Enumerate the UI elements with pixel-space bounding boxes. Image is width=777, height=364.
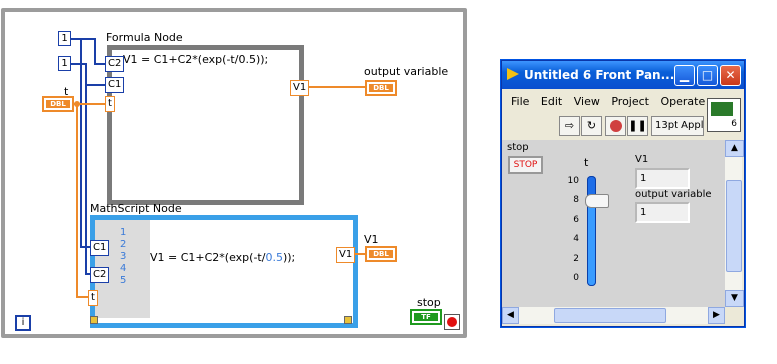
tf-tag: TF: [414, 313, 438, 321]
front-panel-area: stop STOP t 10 8 6 4 2 0 V1 1 output var…: [502, 140, 725, 307]
slider-fill: [588, 201, 595, 285]
stop-button[interactable]: STOP: [508, 156, 543, 174]
dbl-tag: DBL: [369, 250, 393, 258]
wire-to-formula-c2: [94, 38, 96, 64]
abort-icon[interactable]: [605, 116, 626, 136]
slider-tick: 2: [573, 254, 579, 264]
wire-const-a-to-c2: [80, 38, 95, 40]
menu-edit[interactable]: Edit: [541, 95, 562, 108]
slider-thumb[interactable]: [585, 194, 609, 209]
title-bar[interactable]: Untitled 6 Front Pan... ▁ □ ✕: [502, 61, 744, 89]
node-corner-marker: [90, 316, 98, 324]
output-variable-label: output variable: [364, 65, 449, 78]
mathscript-expression: V1 = C1+C2*(exp(-t/0.5));: [150, 252, 295, 263]
mathscript-input-t[interactable]: t: [88, 290, 98, 306]
scroll-down-arrow-icon[interactable]: ▼: [725, 290, 744, 307]
output-variable-terminal[interactable]: DBL: [365, 80, 397, 96]
stop-terminal[interactable]: TF: [410, 309, 442, 325]
formula-input-t[interactable]: t: [105, 96, 115, 112]
slider-track[interactable]: [587, 176, 596, 286]
slider-tick: 8: [573, 195, 579, 205]
menu-file[interactable]: File: [511, 95, 529, 108]
output-variable-label: output variable: [635, 189, 712, 200]
dbl-tag: DBL: [46, 100, 70, 108]
slider-label: t: [584, 156, 589, 169]
slider-tick: 4: [573, 234, 579, 244]
menu-operate[interactable]: Operate: [660, 95, 705, 108]
menu-project[interactable]: Project: [611, 95, 649, 108]
mathscript-input-c1[interactable]: C1: [90, 240, 110, 256]
line-number: 1: [120, 227, 127, 238]
stop-circle-icon: [447, 317, 457, 327]
horizontal-scrollbar[interactable]: ◀ ▶: [502, 307, 725, 324]
slider-tick: 6: [573, 215, 579, 225]
run-arrow-icon[interactable]: ⇨: [559, 116, 580, 136]
line-number: 2: [120, 239, 127, 250]
const-b[interactable]: 1: [58, 56, 71, 71]
v1-indicator: 1: [635, 168, 690, 189]
scroll-right-arrow-icon[interactable]: ▶: [708, 307, 725, 324]
formula-node-frame[interactable]: [107, 45, 304, 205]
expression-number: 0.5: [265, 251, 283, 264]
pause-icon[interactable]: ❚❚: [627, 116, 648, 136]
wire-formula-out: [308, 86, 365, 88]
slider-tick: 10: [567, 176, 579, 186]
wire-t-vertical: [76, 103, 78, 298]
mathscript-output-v1[interactable]: V1: [336, 247, 356, 263]
menu-bar: File Edit View Project Operate: [511, 96, 713, 107]
scroll-thumb[interactable]: [726, 180, 742, 272]
node-corner-marker: [344, 316, 352, 324]
stop-label: stop: [507, 142, 529, 153]
slider-tick: 0: [573, 273, 579, 283]
output-variable-indicator: 1: [635, 202, 690, 223]
window-title: Untitled 6 Front Pan...: [524, 68, 675, 82]
hscroll-thumb[interactable]: [554, 308, 666, 323]
scroll-up-arrow-icon[interactable]: ▲: [725, 140, 744, 157]
mathscript-node-title: MathScript Node: [90, 202, 182, 215]
v1-label: V1: [635, 154, 649, 165]
vertical-scrollbar[interactable]: ▲ ▼: [725, 140, 744, 307]
labview-icon: [507, 68, 519, 80]
const-a[interactable]: 1: [58, 31, 71, 46]
scroll-left-arrow-icon[interactable]: ◀: [502, 307, 519, 324]
formula-node-title: Formula Node: [106, 31, 183, 44]
vi-icon-graphic: [711, 102, 733, 116]
line-number: 5: [120, 275, 127, 286]
loop-condition-icon[interactable]: [444, 314, 460, 330]
line-number: 3: [120, 251, 127, 262]
abort-circle-icon: [609, 120, 622, 132]
wire-const-b-vertical: [85, 63, 87, 275]
expression-suffix: ));: [282, 251, 296, 264]
expression-prefix: V1 = C1+C2*(exp(-t/: [150, 251, 266, 264]
run-continuously-icon[interactable]: ↻: [581, 116, 602, 136]
formula-input-c2[interactable]: C2: [105, 56, 125, 72]
mathscript-input-c2[interactable]: C2: [90, 267, 110, 283]
close-button[interactable]: ✕: [720, 65, 741, 86]
v1-indicator-terminal[interactable]: DBL: [365, 246, 397, 262]
formula-expression: V1 = C1+C2*(exp(-t/0.5));: [123, 53, 269, 66]
control-t-terminal[interactable]: DBL: [42, 96, 74, 112]
minimize-button[interactable]: ▁: [674, 65, 695, 86]
wire-junction-dot: [74, 101, 80, 107]
block-diagram: Formula Node V1 = C1+C2*(exp(-t/0.5)); M…: [0, 0, 470, 340]
mathscript-output-label: V1: [364, 233, 379, 246]
maximize-button[interactable]: □: [697, 65, 718, 86]
formula-input-c1[interactable]: C1: [105, 77, 125, 93]
stop-terminal-label: stop: [417, 296, 441, 309]
line-number: 4: [120, 263, 127, 274]
font-selector[interactable]: 13pt Appli: [651, 116, 704, 136]
wire-const-a-vertical: [80, 38, 82, 248]
wire-const-b: [70, 63, 86, 65]
dbl-tag: DBL: [369, 84, 393, 92]
vi-icon[interactable]: 6: [707, 98, 741, 132]
iteration-terminal: i: [15, 315, 31, 331]
formula-output-v1[interactable]: V1: [290, 80, 310, 96]
vi-icon-number: 6: [731, 119, 737, 129]
wire-formula-c1: [85, 84, 107, 86]
menu-view[interactable]: View: [574, 95, 600, 108]
front-panel-window: Untitled 6 Front Pan... ▁ □ ✕ File Edit …: [501, 60, 745, 327]
